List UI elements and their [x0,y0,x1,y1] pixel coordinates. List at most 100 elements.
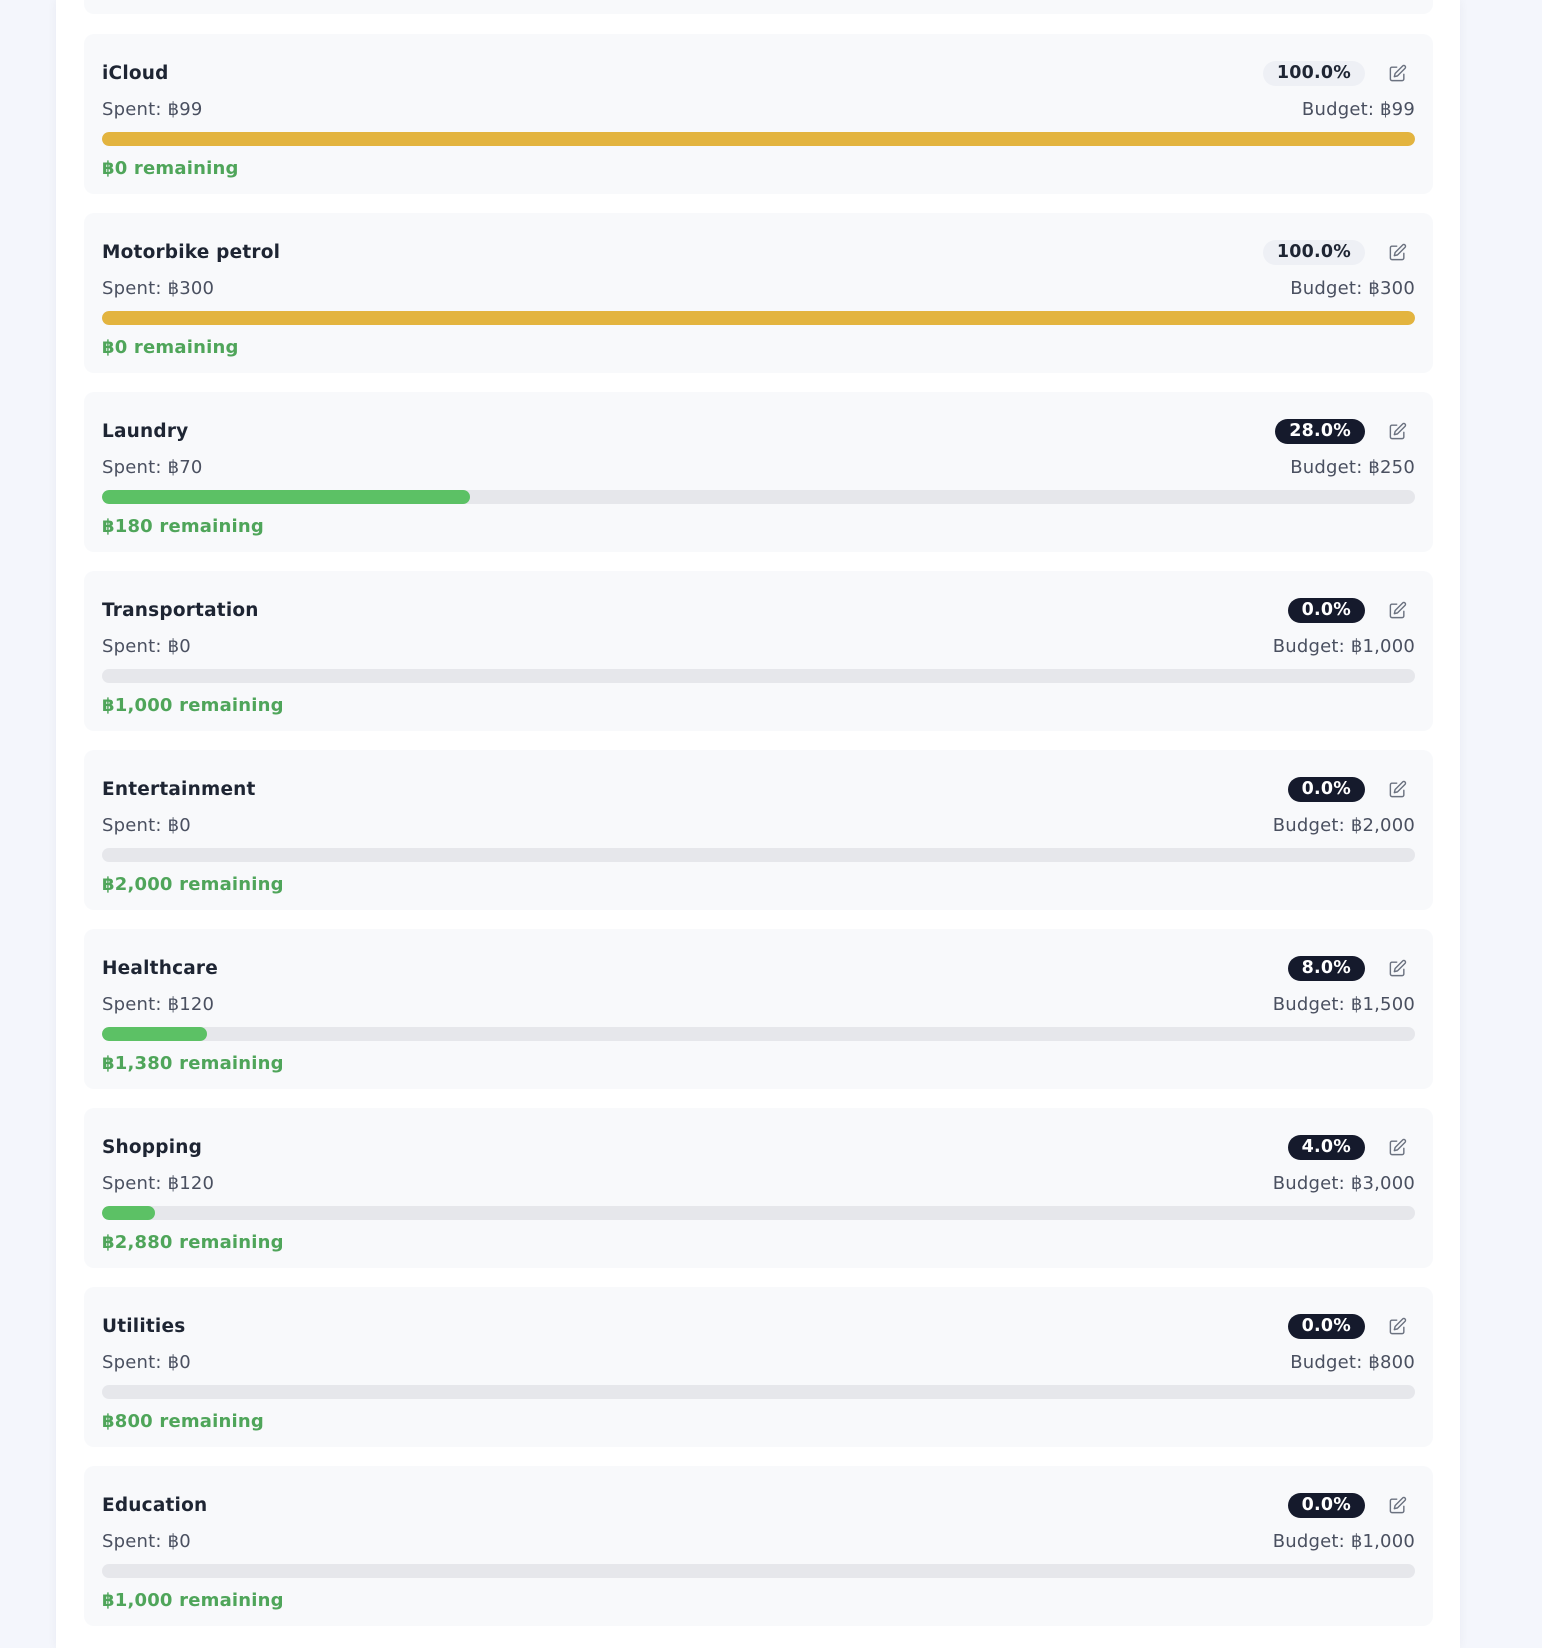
category-name: iCloud [102,62,169,84]
budget-card-utilities: Utilities 0.0% Spent: ฿0 Budget: ฿800 ฿8… [84,1287,1433,1447]
budget-card-partial [84,0,1433,14]
category-name: Shopping [102,1136,203,1158]
budget-amount: Budget: ฿800 [1290,1352,1415,1373]
progress-fill [102,132,1415,146]
category-name: Utilities [102,1315,186,1337]
budget-card-header: Laundry 28.0% [102,416,1415,446]
amount-row: Spent: ฿120 Budget: ฿1,500 [102,993,1415,1017]
remaining-amount: ฿1,000 remaining [102,1590,284,1611]
amount-row: Spent: ฿0 Budget: ฿1,000 [102,635,1415,659]
progress-fill [102,1206,155,1220]
budget-amount: Budget: ฿250 [1290,457,1415,478]
budget-card-laundry: Laundry 28.0% Spent: ฿70 Budget: ฿250 ฿1… [84,392,1433,552]
category-name: Entertainment [102,778,256,800]
spent-amount: Spent: ฿0 [102,815,191,836]
edit-icon [1389,601,1406,618]
budget-amount: Budget: ฿1,000 [1272,1531,1415,1552]
amount-row: Spent: ฿120 Budget: ฿3,000 [102,1172,1415,1196]
budget-card-actions: 0.0% [1287,1311,1415,1341]
budget-card-actions: 0.0% [1287,1490,1415,1520]
budget-list: iCloud 100.0% Spent: ฿99 Budget: ฿99 ฿0 … [84,34,1433,1645]
spent-amount: Spent: ฿99 [102,99,203,120]
budget-amount: Budget: ฿3,000 [1272,1173,1415,1194]
amount-row: Spent: ฿70 Budget: ฿250 [102,456,1415,480]
budget-card-transportation: Transportation 0.0% Spent: ฿0 Budget: ฿1… [84,571,1433,731]
amount-row: Spent: ฿99 Budget: ฿99 [102,98,1415,122]
edit-icon [1389,1317,1406,1334]
edit-button[interactable] [1379,416,1415,446]
budget-card-header: Healthcare 8.0% [102,953,1415,983]
remaining-amount: ฿1,380 remaining [102,1053,284,1074]
remaining-amount: ฿1,000 remaining [102,695,284,716]
percent-badge: 0.0% [1287,776,1365,802]
edit-icon [1389,1138,1406,1155]
percent-badge: 100.0% [1262,60,1365,86]
remaining-amount: ฿180 remaining [102,516,265,537]
category-name: Laundry [102,420,189,442]
edit-icon [1389,243,1406,260]
progress-bar [102,848,1415,862]
spent-amount: Spent: ฿300 [102,278,215,299]
category-name: Motorbike petrol [102,241,281,263]
budget-card-motorbike-petrol: Motorbike petrol 100.0% Spent: ฿300 Budg… [84,213,1433,373]
budget-card-actions: 100.0% [1262,58,1415,88]
edit-button[interactable] [1379,595,1415,625]
percent-badge: 0.0% [1287,597,1365,623]
budget-amount: Budget: ฿300 [1290,278,1415,299]
budget-panel: iCloud 100.0% Spent: ฿99 Budget: ฿99 ฿0 … [56,0,1460,1648]
category-name: Healthcare [102,957,218,979]
budget-amount: Budget: ฿2,000 [1272,815,1415,836]
amount-row: Spent: ฿0 Budget: ฿1,000 [102,1530,1415,1554]
edit-button[interactable] [1379,1132,1415,1162]
progress-bar [102,490,1415,504]
spent-amount: Spent: ฿0 [102,636,191,657]
progress-bar [102,669,1415,683]
spent-amount: Spent: ฿120 [102,1173,215,1194]
remaining-amount: ฿0 remaining [102,158,239,179]
edit-icon [1389,780,1406,797]
category-name: Transportation [102,599,259,621]
budget-card-actions: 28.0% [1275,416,1415,446]
budget-card-header: iCloud 100.0% [102,58,1415,88]
budget-card-header: Education 0.0% [102,1490,1415,1520]
budget-card-healthcare: Healthcare 8.0% Spent: ฿120 Budget: ฿1,5… [84,929,1433,1089]
percent-badge: 0.0% [1287,1492,1365,1518]
category-name: Education [102,1494,208,1516]
budget-card-actions: 0.0% [1287,774,1415,804]
remaining-amount: ฿0 remaining [102,337,239,358]
edit-button[interactable] [1379,237,1415,267]
progress-bar [102,1206,1415,1220]
edit-button[interactable] [1379,58,1415,88]
progress-bar [102,311,1415,325]
edit-icon [1389,959,1406,976]
budget-amount: Budget: ฿1,000 [1272,636,1415,657]
edit-button[interactable] [1379,953,1415,983]
edit-icon [1389,64,1406,81]
edit-button[interactable] [1379,1311,1415,1341]
remaining-amount: ฿2,000 remaining [102,874,284,895]
progress-bar [102,132,1415,146]
percent-badge: 8.0% [1287,955,1365,981]
edit-icon [1389,422,1406,439]
edit-button[interactable] [1379,1490,1415,1520]
progress-fill [102,1027,208,1041]
budget-card-entertainment: Entertainment 0.0% Spent: ฿0 Budget: ฿2,… [84,750,1433,910]
percent-badge: 0.0% [1287,1313,1365,1339]
remaining-amount: ฿2,880 remaining [102,1232,284,1253]
edit-icon [1389,1496,1406,1513]
budget-card-header: Transportation 0.0% [102,595,1415,625]
percent-badge: 28.0% [1275,418,1365,444]
edit-button[interactable] [1379,774,1415,804]
spent-amount: Spent: ฿0 [102,1352,191,1373]
progress-bar [102,1385,1415,1399]
budget-card-icloud: iCloud 100.0% Spent: ฿99 Budget: ฿99 ฿0 … [84,34,1433,194]
percent-badge: 4.0% [1287,1134,1365,1160]
budget-card-header: Utilities 0.0% [102,1311,1415,1341]
amount-row: Spent: ฿0 Budget: ฿800 [102,1351,1415,1375]
spent-amount: Spent: ฿70 [102,457,203,478]
amount-row: Spent: ฿300 Budget: ฿300 [102,277,1415,301]
budget-card-education: Education 0.0% Spent: ฿0 Budget: ฿1,000 … [84,1466,1433,1626]
spent-amount: Spent: ฿120 [102,994,215,1015]
remaining-amount: ฿800 remaining [102,1411,265,1432]
budget-card-actions: 8.0% [1287,953,1415,983]
